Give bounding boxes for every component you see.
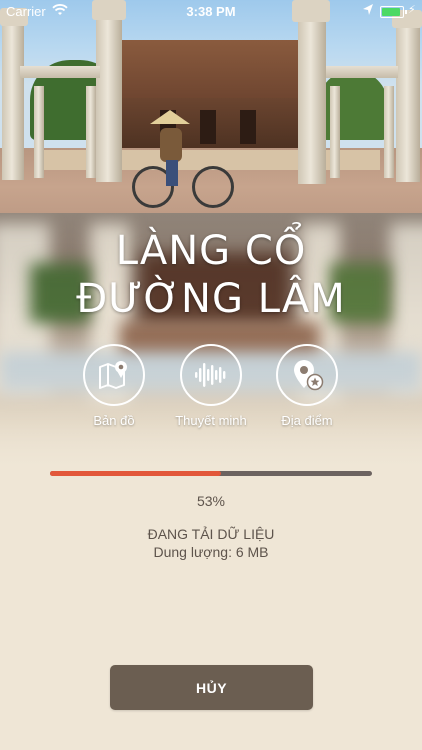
gate-beam [20,66,100,78]
gate-pillar [298,14,326,184]
conical-hat [150,110,190,124]
feature-label: Bản đồ [93,413,135,428]
charging-icon: ⚡ [408,4,416,16]
temple-door [200,110,216,144]
trees [318,70,388,140]
gate-beam [326,66,398,78]
feature-label: Địa điểm [281,413,333,428]
page-title-line1: LÀNG CỔ [115,228,307,274]
clock: 3:38 PM [186,4,236,19]
feature-circle[interactable] [180,344,242,406]
gate-pillar [330,86,340,178]
gate-pillar [2,20,24,180]
cyclist-legs [166,160,178,186]
loading-status: ĐANG TẢI DỮ LIỆU [147,526,275,542]
map-pin-icon [99,361,127,389]
page-title-line2: ĐƯỜNG LÂM [76,276,346,322]
download-progress-fill [50,471,221,476]
audio-wave-icon [195,363,226,387]
cancel-button[interactable]: HỦY [110,665,313,710]
download-size: Dung lượng: 6 MB [153,544,269,560]
bicycle-wheel [192,166,234,208]
temple-roof [112,40,312,100]
location-star-icon [294,360,324,391]
battery-icon [380,6,407,18]
narration-feature-button[interactable]: Thuyết minh [163,344,259,428]
cyclist [160,128,182,162]
temple-door [240,110,256,144]
gate-pillar [86,86,96,178]
hero-photo [0,0,422,213]
places-feature-button[interactable]: Địa điểm [259,344,355,428]
map-feature-button[interactable]: Bản đồ [66,344,162,428]
feature-circle[interactable] [83,344,145,406]
gate-pillar [384,86,394,178]
gate-pillar [34,86,44,178]
feature-circle[interactable] [276,344,338,406]
gate-pillar [396,22,420,182]
gate-pillar [96,14,122,182]
download-progress-bar [50,471,372,476]
feature-label: Thuyết minh [175,413,247,428]
progress-percent: 53% [196,493,226,509]
location-arrow-icon [363,4,373,15]
status-bar: Carrier 3:38 PM ⚡ [0,0,422,22]
